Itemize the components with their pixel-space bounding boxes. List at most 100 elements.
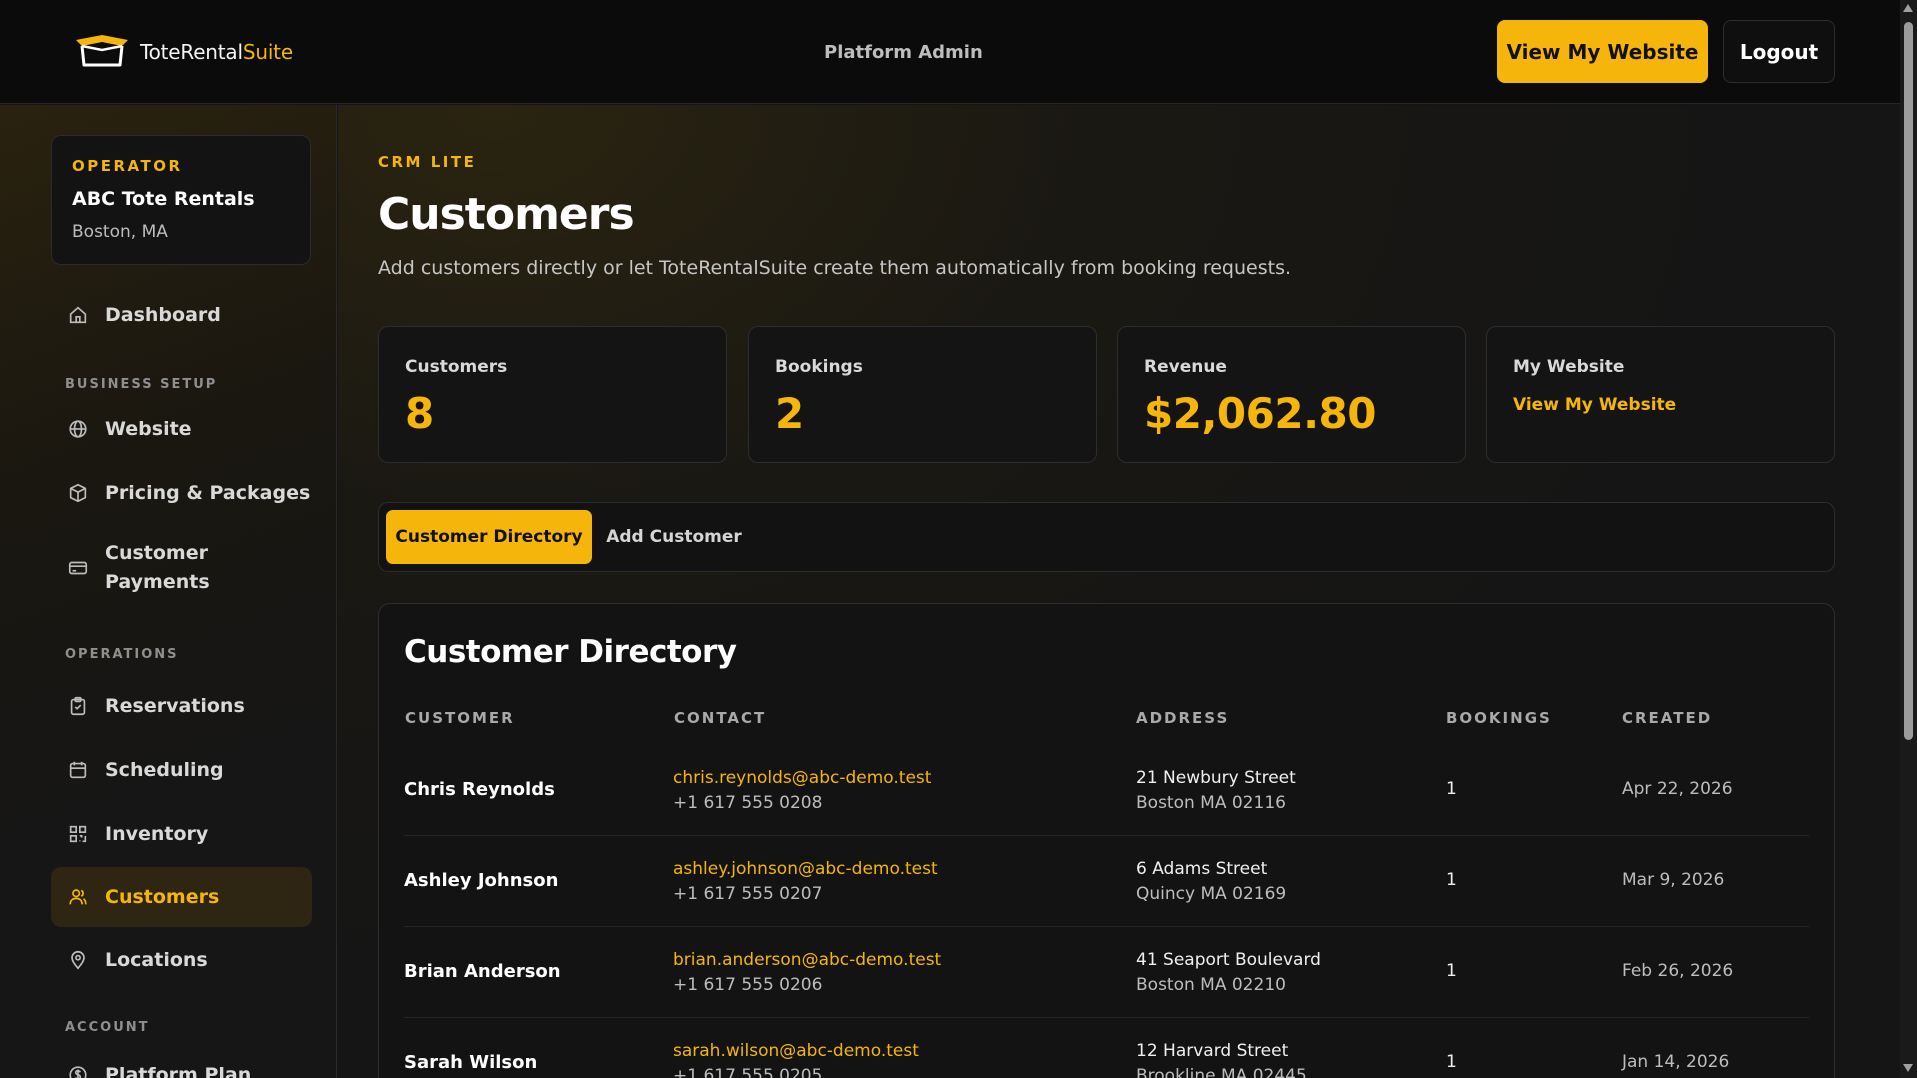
logout-button[interactable]: Logout <box>1723 20 1835 83</box>
column-header-created: CREATED <box>1622 709 1713 727</box>
sidebar-item-label: Dashboard <box>105 304 221 326</box>
logo-text-primary: ToteRental <box>140 40 243 64</box>
customer-email-link[interactable]: ashley.johnson@abc-demo.test <box>673 859 938 879</box>
sidebar-item-locations[interactable]: Locations <box>51 936 312 984</box>
main-content: CRM LITE Customers Add customers directl… <box>338 105 1900 1078</box>
customer-bookings-count: 1 <box>1446 1052 1457 1072</box>
stat-card-my-website: My Website View My Website <box>1486 326 1835 463</box>
page-description: Add customers directly or let ToteRental… <box>378 257 1292 279</box>
credit-card-icon <box>68 561 88 575</box>
customer-address-line2: Brookline MA 02445 <box>1136 1066 1307 1078</box>
stat-label: My Website <box>1513 357 1625 377</box>
users-icon <box>69 889 87 905</box>
section-business-setup: BUSINESS SETUP <box>65 377 218 392</box>
map-pin-icon <box>71 950 85 970</box>
platform-admin-link[interactable]: Platform Admin <box>824 42 983 63</box>
customer-name: Brian Anderson <box>404 961 561 982</box>
customer-phone: +1 617 555 0208 <box>673 793 823 813</box>
view-my-website-link[interactable]: View My Website <box>1513 395 1676 415</box>
customer-email-link[interactable]: sarah.wilson@abc-demo.test <box>673 1041 919 1061</box>
customer-phone: +1 617 555 0206 <box>673 975 823 995</box>
operator-name: ABC Tote Rentals <box>72 188 255 210</box>
sidebar: OPERATOR ABC Tote Rentals Boston, MA Das… <box>0 105 337 1078</box>
customer-created-date: Mar 9, 2026 <box>1622 870 1725 890</box>
stat-label: Revenue <box>1144 357 1227 377</box>
customer-address-line1: 41 Seaport Boulevard <box>1136 950 1321 970</box>
operator-card: OPERATOR ABC Tote Rentals Boston, MA <box>51 135 311 265</box>
sidebar-item-website[interactable]: Website <box>51 405 312 453</box>
tote-box-icon <box>76 35 128 67</box>
logo-text: ToteRentalSuite <box>140 40 293 64</box>
customer-address-line1: 12 Harvard Street <box>1136 1041 1289 1061</box>
sidebar-item-label: Platform Plan <box>105 1064 252 1078</box>
sidebar-item-label: Reservations <box>105 695 245 717</box>
tab-add-customer[interactable]: Add Customer <box>603 510 745 564</box>
sidebar-item-label: Scheduling <box>105 759 224 781</box>
section-account: ACCOUNT <box>65 1020 150 1035</box>
table-row[interactable]: Chris Reynolds chris.reynolds@abc-demo.t… <box>404 745 1809 836</box>
panel-title: Customer Directory <box>404 634 737 670</box>
stat-label: Customers <box>405 357 508 377</box>
customer-created-date: Feb 26, 2026 <box>1622 961 1734 981</box>
customer-created-date: Apr 22, 2026 <box>1622 779 1733 799</box>
stat-card-bookings: Bookings 2 <box>748 326 1097 463</box>
stat-card-revenue: Revenue $2,062.80 <box>1117 326 1466 463</box>
customer-bookings-count: 1 <box>1446 961 1457 981</box>
tab-customer-directory[interactable]: Customer Directory <box>386 510 592 564</box>
customer-address-line2: Quincy MA 02169 <box>1136 884 1287 904</box>
view-my-website-button[interactable]: View My Website <box>1497 20 1708 83</box>
calendar-icon <box>69 761 87 779</box>
scrollbar-thumb[interactable] <box>1904 22 1913 740</box>
box-icon <box>69 483 87 503</box>
globe-icon <box>69 420 87 438</box>
sidebar-item-label: Pricing & Packages <box>105 482 311 504</box>
customer-phone: +1 617 555 0207 <box>673 884 823 904</box>
sidebar-item-inventory[interactable]: Inventory <box>51 810 312 858</box>
sidebar-item-customer-payments[interactable]: Customer Payments <box>51 535 312 601</box>
customer-address-line2: Boston MA 02116 <box>1136 793 1286 813</box>
table-row[interactable]: Brian Anderson brian.anderson@abc-demo.t… <box>404 927 1809 1018</box>
table-row[interactable]: Sarah Wilson sarah.wilson@abc-demo.test … <box>404 1018 1809 1078</box>
column-header-bookings: BOOKINGS <box>1446 709 1552 727</box>
stat-value: 2 <box>775 389 804 438</box>
logo-text-accent: Suite <box>242 40 293 64</box>
logo[interactable]: ToteRentalSuite <box>72 32 293 72</box>
stat-label: Bookings <box>775 357 863 377</box>
sidebar-item-label: Customer Payments <box>105 542 210 593</box>
scroll-up-arrow-icon[interactable] <box>1903 4 1913 12</box>
sidebar-item-scheduling[interactable]: Scheduling <box>51 746 312 794</box>
column-header-contact: CONTACT <box>674 709 767 727</box>
customer-name: Ashley Johnson <box>404 870 559 891</box>
sidebar-item-dashboard[interactable]: Dashboard <box>51 291 312 339</box>
section-operations: OPERATIONS <box>65 647 179 662</box>
vertical-scrollbar[interactable] <box>1900 0 1917 1078</box>
customer-bookings-count: 1 <box>1446 779 1457 799</box>
sidebar-item-customers[interactable]: Customers <box>51 867 312 927</box>
customer-email-link[interactable]: chris.reynolds@abc-demo.test <box>673 768 931 788</box>
customer-directory-panel: Customer Directory CUSTOMER CONTACT ADDR… <box>378 603 1835 1078</box>
customer-email-link[interactable]: brian.anderson@abc-demo.test <box>673 950 941 970</box>
scroll-down-arrow-icon[interactable] <box>1903 1064 1913 1072</box>
sidebar-item-label: Customers <box>105 886 220 908</box>
operator-location: Boston, MA <box>72 222 168 242</box>
customer-name: Sarah Wilson <box>404 1052 538 1073</box>
column-header-customer: CUSTOMER <box>405 709 515 727</box>
dollar-circle-icon <box>69 1066 87 1078</box>
table-row[interactable]: Ashley Johnson ashley.johnson@abc-demo.t… <box>404 836 1809 927</box>
stat-card-customers: Customers 8 <box>378 326 727 463</box>
sidebar-item-platform-plan[interactable]: Platform Plan <box>51 1051 312 1078</box>
sidebar-item-pricing-packages[interactable]: Pricing & Packages <box>51 469 312 517</box>
customer-phone: +1 617 555 0205 <box>673 1066 823 1078</box>
customer-bookings-count: 1 <box>1446 870 1457 890</box>
stat-value: $2,062.80 <box>1144 389 1376 438</box>
operator-kicker: OPERATOR <box>72 157 183 175</box>
page-kicker: CRM LITE <box>378 153 477 171</box>
customer-address-line1: 21 Newbury Street <box>1136 768 1296 788</box>
customer-created-date: Jan 14, 2026 <box>1622 1052 1730 1072</box>
sidebar-item-reservations[interactable]: Reservations <box>51 682 312 730</box>
sidebar-item-label: Website <box>105 418 192 440</box>
sidebar-item-label: Locations <box>105 949 208 971</box>
page-title: Customers <box>378 189 635 240</box>
sidebar-item-label: Inventory <box>105 823 209 845</box>
stat-value: 8 <box>405 389 434 438</box>
